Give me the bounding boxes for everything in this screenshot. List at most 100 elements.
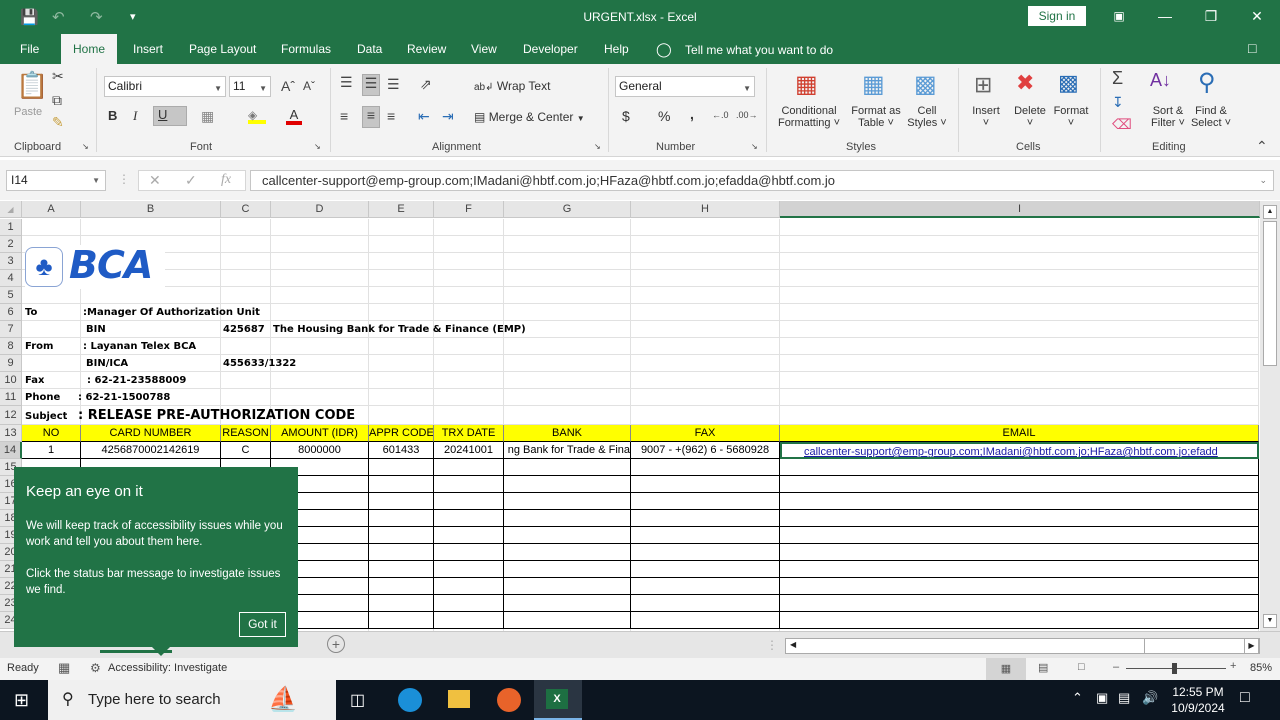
- copy-icon[interactable]: ⧉: [52, 92, 62, 109]
- empty-table-cell[interactable]: [780, 612, 1259, 629]
- align-right-icon[interactable]: ≡: [387, 108, 395, 124]
- empty-table-cell[interactable]: [631, 578, 780, 595]
- column-header-b[interactable]: B: [81, 201, 221, 218]
- row-header[interactable]: 12: [0, 406, 22, 425]
- table-cell[interactable]: callcenter-support@emp-group.com;IMadani…: [780, 442, 1259, 459]
- tab-view[interactable]: View: [463, 34, 505, 64]
- bold-button[interactable]: B: [108, 108, 117, 123]
- edge-icon[interactable]: [398, 688, 422, 712]
- name-box[interactable]: I14 ▼: [6, 170, 106, 191]
- empty-table-cell[interactable]: [434, 595, 504, 612]
- formula-input[interactable]: callcenter-support@emp-group.com;IMadani…: [250, 170, 1274, 191]
- empty-table-cell[interactable]: [780, 527, 1259, 544]
- empty-table-cell[interactable]: [369, 544, 434, 561]
- row-header[interactable]: 1: [0, 219, 22, 236]
- empty-table-cell[interactable]: [504, 612, 631, 629]
- macro-record-icon[interactable]: ▦: [58, 660, 70, 676]
- cell-d7[interactable]: The Housing Bank for Trade & Finance (EM…: [273, 324, 526, 335]
- insert-cells-button[interactable]: Insert ˅: [966, 105, 1006, 129]
- row-header[interactable]: 11: [0, 389, 22, 406]
- empty-table-cell[interactable]: [504, 544, 631, 561]
- empty-table-cell[interactable]: [780, 510, 1259, 527]
- format-painter-icon[interactable]: ✎: [52, 114, 64, 131]
- empty-table-cell[interactable]: [434, 612, 504, 629]
- empty-table-cell[interactable]: [631, 544, 780, 561]
- sign-in-button[interactable]: Sign in: [1028, 6, 1086, 26]
- table-cell[interactable]: C: [221, 442, 271, 459]
- notifications-icon[interactable]: □: [1240, 689, 1250, 707]
- empty-table-cell[interactable]: [504, 510, 631, 527]
- collapse-ribbon-icon[interactable]: ⌃: [1256, 138, 1268, 155]
- empty-table-cell[interactable]: [780, 459, 1259, 476]
- column-header-a[interactable]: A: [22, 201, 81, 218]
- cell-a12[interactable]: Subject: [25, 411, 67, 422]
- tab-formulas[interactable]: Formulas: [273, 34, 339, 64]
- empty-table-cell[interactable]: [780, 595, 1259, 612]
- row-header[interactable]: 14: [0, 442, 22, 459]
- scroll-up-icon[interactable]: ▲: [1263, 205, 1277, 219]
- orientation-icon[interactable]: ⇗: [420, 76, 432, 93]
- empty-table-cell[interactable]: [504, 459, 631, 476]
- zoom-in-icon[interactable]: +: [1230, 660, 1236, 672]
- paste-button[interactable]: Paste: [14, 106, 42, 118]
- cell-b7[interactable]: BIN: [86, 324, 106, 335]
- row-header[interactable]: 2: [0, 236, 22, 253]
- row-header[interactable]: 4: [0, 270, 22, 287]
- empty-table-cell[interactable]: [434, 493, 504, 510]
- empty-table-cell[interactable]: [780, 578, 1259, 595]
- cell-b10[interactable]: : 62-21-23588009: [87, 375, 186, 386]
- cell-styles-button[interactable]: Cell Styles ˅: [904, 105, 950, 129]
- empty-table-cell[interactable]: [434, 476, 504, 493]
- volume-icon[interactable]: 🔊: [1142, 690, 1158, 706]
- insert-function-icon[interactable]: fx: [221, 172, 231, 188]
- select-all-corner[interactable]: ◢: [0, 201, 22, 218]
- empty-table-cell[interactable]: [369, 510, 434, 527]
- cell-a8[interactable]: From: [25, 341, 53, 352]
- decrease-indent-icon[interactable]: ⇤: [418, 108, 430, 125]
- cell-b9[interactable]: BIN/ICA: [86, 358, 128, 369]
- tab-review[interactable]: Review: [399, 34, 454, 64]
- find-select-icon[interactable]: ⚲: [1198, 68, 1216, 97]
- row-header[interactable]: 10: [0, 372, 22, 389]
- meet-now-icon[interactable]: ▣: [1096, 690, 1108, 706]
- row-header[interactable]: 7: [0, 321, 22, 338]
- empty-table-cell[interactable]: [369, 561, 434, 578]
- empty-table-cell[interactable]: [631, 561, 780, 578]
- fill-icon[interactable]: ↧: [1112, 94, 1124, 111]
- table-cell[interactable]: 8000000: [271, 442, 369, 459]
- empty-table-cell[interactable]: [504, 476, 631, 493]
- file-explorer-icon[interactable]: [448, 690, 470, 708]
- tab-help[interactable]: Help: [596, 34, 637, 64]
- fill-color-icon[interactable]: ◈: [248, 108, 266, 124]
- tab-data[interactable]: Data: [349, 34, 390, 64]
- increase-font-icon[interactable]: Aˆ: [281, 78, 295, 94]
- minimize-button[interactable]: —: [1150, 6, 1180, 26]
- clear-icon[interactable]: ⌫: [1112, 116, 1132, 133]
- cell-c7[interactable]: 425687: [223, 324, 265, 335]
- cell-b11[interactable]: : 62-21-1500788: [78, 392, 170, 403]
- close-button[interactable]: ✕: [1242, 6, 1272, 26]
- empty-table-cell[interactable]: [504, 493, 631, 510]
- empty-table-cell[interactable]: [780, 493, 1259, 510]
- empty-table-cell[interactable]: [780, 561, 1259, 578]
- cell-styles-icon[interactable]: ▩: [914, 70, 937, 99]
- tab-file[interactable]: File: [12, 34, 47, 64]
- column-header-h[interactable]: H: [631, 201, 780, 218]
- decrease-font-icon[interactable]: Aˇ: [303, 79, 315, 93]
- font-color-icon[interactable]: A: [286, 107, 302, 125]
- empty-table-cell[interactable]: [369, 527, 434, 544]
- empty-table-cell[interactable]: [631, 612, 780, 629]
- empty-table-cell[interactable]: [504, 561, 631, 578]
- task-view-icon[interactable]: ◫: [350, 690, 365, 710]
- paste-icon[interactable]: 📋: [16, 70, 48, 101]
- cell-b12[interactable]: : RELEASE PRE-AUTHORIZATION CODE: [78, 408, 355, 423]
- zoom-level[interactable]: 85%: [1250, 662, 1272, 674]
- scroll-down-icon[interactable]: ▼: [1263, 614, 1277, 628]
- empty-table-cell[interactable]: [369, 578, 434, 595]
- empty-table-cell[interactable]: [504, 595, 631, 612]
- table-header-cell[interactable]: TRX DATE: [434, 425, 504, 442]
- empty-table-cell[interactable]: [504, 578, 631, 595]
- taskbar-search[interactable]: ⚲ Type here to search ⛵: [48, 680, 336, 720]
- tab-insert[interactable]: Insert: [125, 34, 171, 64]
- clock[interactable]: 12:55 PM 10/9/2024: [1170, 684, 1226, 716]
